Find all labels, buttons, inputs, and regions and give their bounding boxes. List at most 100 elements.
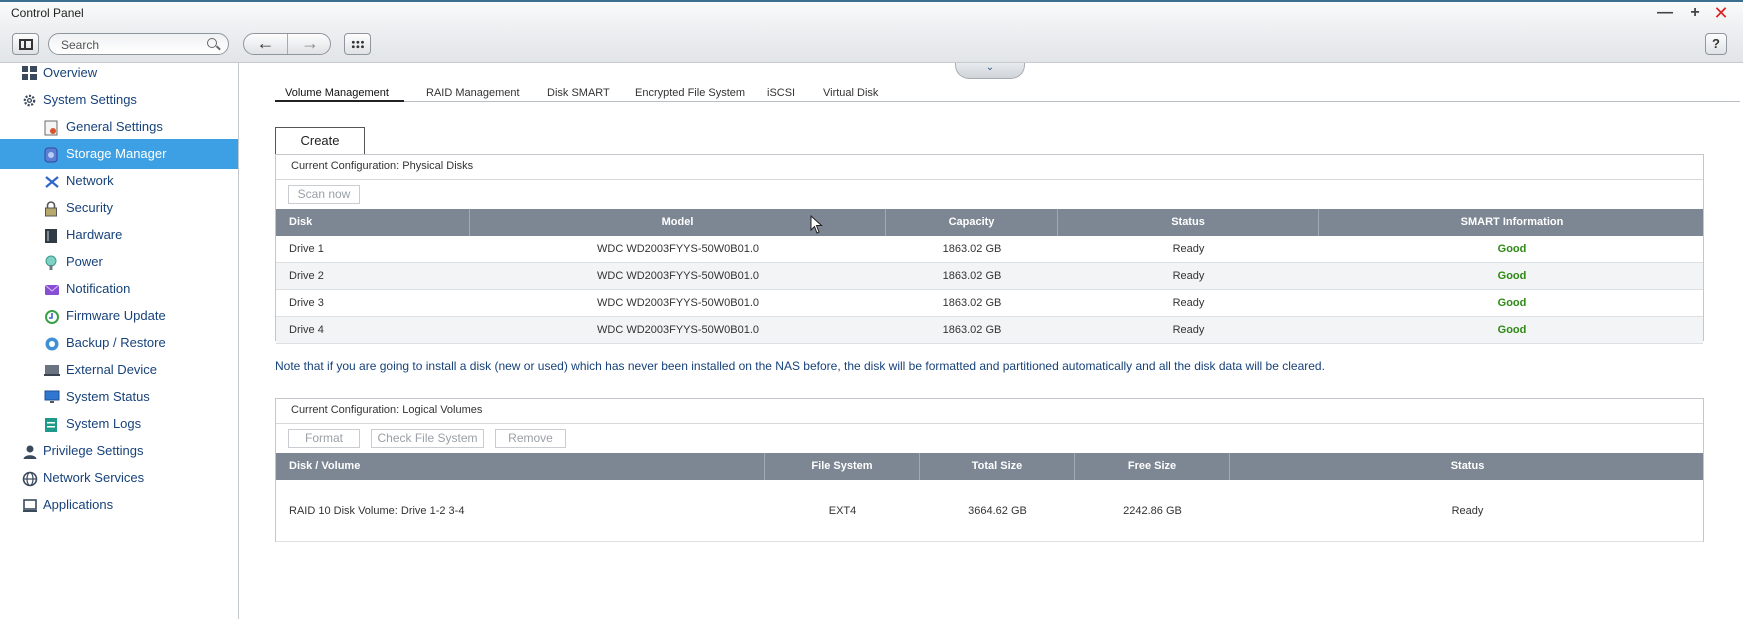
logical-volumes-panel: Current Configuration: Logical Volumes F… (275, 398, 1704, 542)
column-header[interactable]: Disk (276, 209, 470, 236)
sidebar-toggle-button[interactable] (12, 33, 39, 55)
table-cell: Ready (1451, 505, 1484, 517)
sidebar-item-system-logs[interactable]: System Logs (0, 409, 238, 439)
close-button[interactable]: ✕ (1712, 4, 1730, 22)
storage-icon (44, 147, 59, 163)
hardware-icon (44, 228, 59, 243)
tab-raid-management[interactable]: RAID Management (426, 87, 520, 102)
divider (276, 423, 1703, 424)
sidebar-item-firmware-update[interactable]: Firmware Update (0, 301, 238, 331)
table-row[interactable]: Drive 1 WDC WD2003FYYS-50W0B01.0 1863.02 G… (276, 236, 1703, 263)
table-cell: WDC WD2003FYYS-50W0B01.0 (597, 243, 759, 255)
sidebar-item-privilege-settings[interactable]: Privilege Settings (0, 436, 238, 466)
sidebar-item-label: Storage Manager (66, 146, 167, 161)
sidebar-item-label: General Settings (66, 119, 163, 134)
logs-icon (44, 417, 59, 432)
sidebar-item-label: Privilege Settings (43, 443, 144, 458)
sidebar-item-security[interactable]: Security (0, 193, 238, 223)
minimize-button[interactable]: — (1656, 4, 1674, 22)
column-header[interactable]: Status (1230, 453, 1705, 480)
sidebar-item-label: System Logs (66, 416, 142, 431)
remove-button[interactable]: Remove (495, 429, 566, 448)
table-cell: 1863.02 GB (942, 270, 1002, 282)
tab-volume-management[interactable]: Volume Management (275, 87, 404, 102)
check-file-system-button[interactable]: Check File System (371, 429, 484, 448)
back-button[interactable]: ← (244, 34, 288, 54)
help-button[interactable]: ? (1705, 33, 1727, 55)
search-icon[interactable] (207, 38, 217, 48)
monitor-icon (44, 390, 60, 404)
table-cell: Good (1497, 270, 1527, 282)
network-icon (44, 174, 59, 188)
sidebar-item-label: Backup / Restore (66, 335, 166, 350)
sidebar-item-applications[interactable]: Applications (0, 490, 238, 520)
create-button[interactable]: Create (275, 127, 365, 155)
format-button[interactable]: Format (288, 429, 360, 448)
forward-button[interactable]: → (288, 34, 330, 54)
tab-disk-smart[interactable]: Disk SMART (547, 87, 610, 102)
sidebar-toggle-icon (19, 39, 33, 50)
control-panel-window: Control Panel — + ✕ ← → ? Overview System… (0, 0, 1743, 619)
table-cell: 3664.62 GB (968, 505, 1027, 517)
table-cell: Good (1497, 324, 1527, 336)
tab-iscsi[interactable]: iSCSI (767, 87, 795, 102)
sidebar-item-backup-restore[interactable]: Backup / Restore (0, 328, 238, 358)
sidebar-item-label: System Settings (43, 92, 137, 107)
table-cell: Ready (1172, 297, 1205, 309)
sidebar-item-notification[interactable]: Notification (0, 274, 238, 304)
tab-bar: Volume Management RAID Management Disk SMA… (275, 85, 1740, 102)
apps-grid-button[interactable] (344, 33, 371, 55)
navigation-group: ← → (243, 33, 331, 55)
sidebar-item-overview[interactable]: Overview (0, 58, 238, 88)
sidebar-item-label: External Device (66, 362, 158, 377)
table-cell: Drive 4 (289, 324, 324, 336)
sidebar-item-label: Network (66, 173, 114, 188)
sidebar-item-general-settings[interactable]: General Settings (0, 112, 238, 142)
gear-icon (22, 93, 37, 107)
table-cell: Ready (1172, 243, 1205, 255)
column-header[interactable]: Status (1058, 209, 1319, 236)
table-row[interactable]: Drive 3 WDC WD2003FYYS-50W0B01.0 1863.02 G… (276, 290, 1703, 317)
main-content: ⌄ Volume Management RAID Management Disk S… (240, 63, 1743, 619)
collapse-toggle[interactable]: ⌄ (955, 63, 1025, 79)
sidebar-item-system-status[interactable]: System Status (0, 382, 238, 412)
table-cell: WDC WD2003FYYS-50W0B01.0 (597, 270, 759, 282)
search-box[interactable] (48, 33, 229, 55)
table-row[interactable]: Drive 4 WDC WD2003FYYS-50W0B01.0 1863.02 G… (276, 317, 1703, 344)
tab-virtual-disk[interactable]: Virtual Disk (823, 87, 878, 102)
table-row[interactable]: RAID 10 Disk Volume: Drive 1-2 3-4 EXT4 36… (276, 480, 1703, 542)
table-cell: EXT4 (828, 505, 857, 517)
search-input[interactable] (61, 37, 201, 52)
column-header[interactable]: Total Size (920, 453, 1075, 480)
window-title: Control Panel (11, 6, 84, 20)
table-row[interactable]: Drive 2 WDC WD2003FYYS-50W0B01.0 1863.02 G… (276, 263, 1703, 290)
physical-disks-title: Current Configuration: Physical Disks (291, 160, 474, 172)
sidebar-item-external-device[interactable]: External Device (0, 355, 238, 385)
column-header[interactable]: Capacity (886, 209, 1058, 236)
sidebar-item-label: Notification (66, 281, 131, 296)
sidebar-item-power[interactable]: Power (0, 247, 238, 277)
sidebar-item-network[interactable]: Network (0, 166, 238, 196)
column-header[interactable]: Free Size (1075, 453, 1230, 480)
sidebar: Overview System Settings General Settings S… (0, 63, 239, 619)
tab-encrypted-file-system[interactable]: Encrypted File System (635, 87, 745, 102)
maximize-button[interactable]: + (1686, 4, 1704, 22)
sidebar-item-network-services[interactable]: Network Services (0, 463, 238, 493)
table-cell: Drive 2 (289, 270, 324, 282)
column-header[interactable]: Disk / Volume (276, 453, 765, 480)
mouse-cursor-icon (810, 215, 823, 234)
toolbar: ← → ? (0, 26, 1743, 63)
sidebar-item-hardware[interactable]: Hardware (0, 220, 238, 250)
table-cell: Ready (1172, 324, 1205, 336)
scan-now-button[interactable]: Scan now (288, 185, 360, 204)
column-header[interactable]: File System (765, 453, 920, 480)
table-cell: WDC WD2003FYYS-50W0B01.0 (597, 297, 759, 309)
table-cell: Drive 1 (289, 243, 324, 255)
table-header: Disk / Volume File System Total Size Free S… (276, 453, 1703, 480)
sidebar-item-storage-manager[interactable]: Storage Manager (0, 139, 238, 169)
column-header[interactable]: SMART Information (1319, 209, 1705, 236)
external-device-icon (44, 363, 60, 377)
lock-icon (44, 201, 59, 217)
sidebar-item-system-settings[interactable]: System Settings (0, 85, 238, 115)
sidebar-item-label: Security (66, 200, 113, 215)
